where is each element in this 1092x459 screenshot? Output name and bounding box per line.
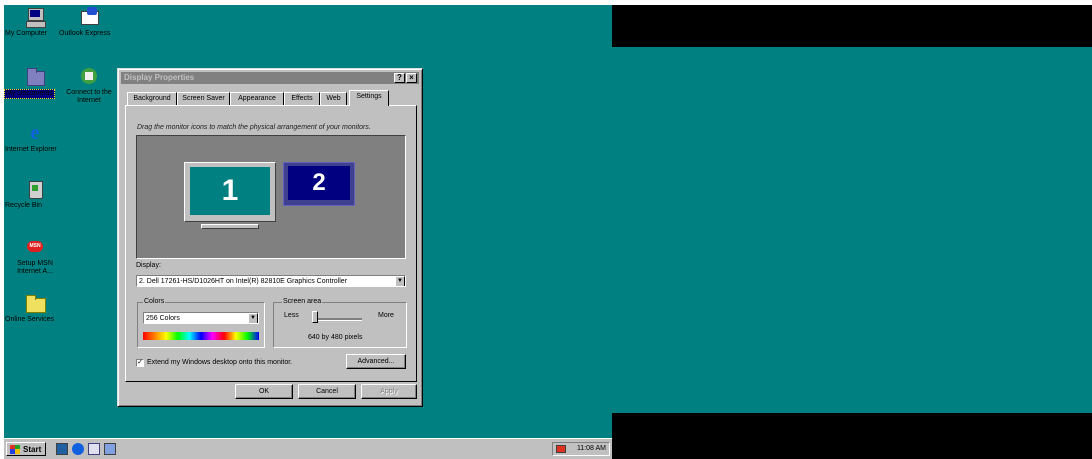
desktop-icon-label: My Documents — [4, 89, 55, 99]
desktop-icon-online-services[interactable]: Online Services — [4, 293, 66, 323]
connect-internet-icon — [79, 66, 99, 86]
monitor-1-number: 1 — [190, 167, 270, 215]
colors-group — [137, 302, 265, 348]
tab-settings[interactable]: Settings — [349, 90, 389, 106]
instruction-text: Drag the monitor icons to match the phys… — [137, 124, 371, 131]
my-documents-icon — [25, 66, 45, 86]
channels-icon[interactable] — [104, 443, 116, 455]
chevron-down-icon[interactable]: ▼ — [248, 313, 258, 323]
display-settings-tray-icon[interactable] — [556, 445, 566, 453]
colors-select[interactable]: 256 Colors ▼ — [143, 312, 259, 324]
monitor-arrangement-area: 1 2 — [136, 135, 406, 259]
clock[interactable]: 11:08 AM — [577, 443, 606, 455]
taskbar: Start 11:08 AM — [4, 438, 612, 459]
help-button[interactable]: ? — [394, 73, 405, 83]
internet-explorer-icon: e — [30, 122, 40, 144]
start-button[interactable]: Start — [6, 442, 46, 456]
apply-button[interactable]: Apply — [361, 384, 417, 399]
monitor-1-base — [201, 224, 259, 229]
screen-area-label: Screen area — [282, 298, 323, 305]
recycle-bin-icon — [25, 179, 45, 199]
desktop-monitor-2 — [612, 5, 1092, 459]
system-tray: 11:08 AM — [552, 442, 610, 456]
desktop-icon-msn-setup[interactable]: MSN Setup MSN Internet A... — [4, 237, 66, 275]
chevron-down-icon[interactable]: ▼ — [395, 276, 405, 286]
desktop-icon-outlook-express[interactable]: Outlook Express — [58, 7, 120, 37]
display-select[interactable]: 2. Dell 17261-HS/D1026HT on Intel(R) 828… — [136, 275, 406, 287]
outlook-express-icon[interactable] — [88, 443, 100, 455]
screen-area-more: More — [378, 312, 394, 319]
desktop-icon-label: Connect to the Internet — [66, 89, 112, 104]
monitor-2-icon[interactable]: 2 — [283, 162, 355, 206]
dialog-titlebar[interactable]: Display Properties ? × — [121, 72, 419, 84]
screen-area-slider-thumb[interactable] — [312, 311, 318, 323]
msn-setup-icon: MSN — [25, 237, 45, 257]
show-desktop-icon[interactable] — [56, 443, 68, 455]
advanced-button[interactable]: Advanced... — [346, 354, 406, 369]
desktop-icon-recycle-bin[interactable]: Recycle Bin — [4, 179, 66, 209]
desktop-icon-label: My Computer — [5, 30, 48, 37]
windows-logo-icon — [10, 445, 20, 454]
screen-area-slider-track[interactable] — [314, 318, 362, 321]
outlook-express-icon — [79, 7, 99, 27]
close-button[interactable]: × — [406, 73, 417, 83]
cancel-button[interactable]: Cancel — [298, 384, 356, 399]
desktop-icon-label: Outlook Express — [59, 30, 111, 37]
colors-select-value: 256 Colors — [146, 315, 180, 322]
display-select-value: 2. Dell 17261-HS/D1026HT on Intel(R) 828… — [139, 278, 348, 285]
desktop-icon-label: Internet Explorer — [5, 146, 57, 153]
screen-area-value: 640 by 480 pixels — [308, 334, 363, 341]
desktop-icon-my-computer[interactable]: My Computer — [4, 7, 66, 37]
monitor-1-icon[interactable]: 1 — [184, 162, 276, 222]
computer-icon — [25, 7, 46, 28]
tab-appearance[interactable]: Appearance — [230, 92, 284, 105]
extend-desktop-checkbox[interactable]: ✓ — [136, 359, 144, 367]
start-label: Start — [23, 445, 42, 454]
color-palette-bar — [143, 332, 259, 340]
desktop-icon-internet-explorer[interactable]: e Internet Explorer — [4, 122, 66, 153]
desktop-icon-connect-internet[interactable]: Connect to the Internet — [58, 66, 120, 104]
ok-button[interactable]: OK — [235, 384, 293, 399]
tab-web[interactable]: Web — [320, 92, 347, 105]
colors-label: Colors — [143, 298, 166, 305]
desktop-icon-my-documents[interactable]: My Documents — [4, 66, 66, 99]
monitor-2-number: 2 — [288, 166, 350, 200]
tab-effects[interactable]: Effects — [284, 92, 320, 105]
desktop-monitor-2-area — [612, 47, 1092, 413]
folder-icon — [25, 293, 46, 313]
tab-background[interactable]: Background — [127, 92, 177, 105]
desktop-icon-label: Online Services — [5, 316, 55, 323]
dialog-title: Display Properties — [124, 73, 195, 82]
tab-screen-saver[interactable]: Screen Saver — [177, 92, 230, 105]
display-label: Display: — [136, 262, 161, 269]
desktop-icon-label: Recycle Bin — [5, 202, 42, 209]
screen-area-group — [273, 302, 407, 348]
extend-desktop-label: Extend my Windows desktop onto this moni… — [147, 359, 293, 366]
screen-area-less: Less — [284, 312, 299, 319]
internet-explorer-icon[interactable] — [72, 443, 84, 455]
desktop-icon-label: Setup MSN Internet A... — [17, 260, 53, 275]
